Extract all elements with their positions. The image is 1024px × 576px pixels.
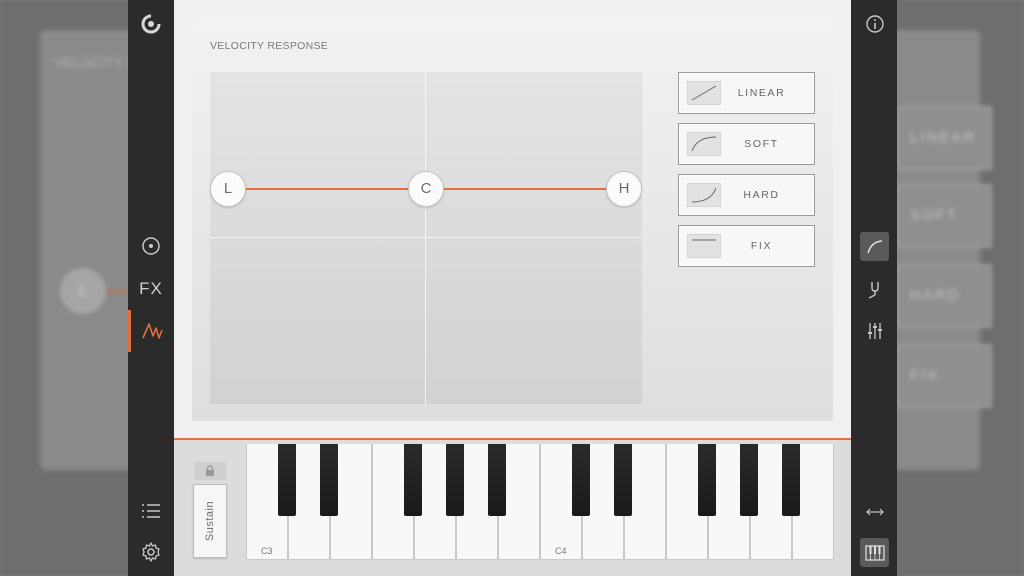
- linear-button[interactable]: LINEAR: [678, 72, 815, 114]
- keyboard-area: Sustain C3 C4: [174, 438, 851, 576]
- octave-label-c4: C4: [555, 546, 567, 556]
- background-button: SOFT: [896, 184, 992, 248]
- background-button: LINEAR: [896, 106, 992, 170]
- black-key[interactable]: [320, 444, 338, 516]
- waveform-icon[interactable]: [128, 310, 174, 352]
- background-button: HARD: [896, 264, 992, 328]
- app-logo-icon[interactable]: [128, 3, 174, 45]
- main-panel: VELOCITY RESPONSE L C H LINEAR SOFT HARD…: [174, 0, 851, 440]
- grid-line-vertical: [425, 72, 426, 404]
- curve-node-center[interactable]: C: [408, 171, 444, 207]
- soft-curve-icon: [687, 132, 721, 156]
- black-key[interactable]: [572, 444, 590, 516]
- tuning-fork-icon[interactable]: [860, 274, 889, 303]
- sustain-label: Sustain: [204, 500, 216, 542]
- sliders-icon[interactable]: [860, 316, 889, 345]
- background-knob: L: [60, 268, 106, 314]
- info-icon[interactable]: [860, 9, 889, 38]
- black-key[interactable]: [740, 444, 758, 516]
- fix-button[interactable]: FIX: [678, 225, 815, 267]
- gear-icon[interactable]: [128, 531, 174, 573]
- black-key[interactable]: [488, 444, 506, 516]
- sustain-button[interactable]: Sustain: [193, 484, 227, 558]
- soft-button-label: SOFT: [744, 138, 779, 150]
- grid-line-horizontal: [210, 237, 642, 238]
- octave-label-c3: C3: [261, 546, 273, 556]
- linear-curve-icon: [687, 81, 721, 105]
- curve-node-low[interactable]: L: [210, 171, 246, 207]
- linear-button-label: LINEAR: [737, 87, 786, 99]
- piano-keys-icon[interactable]: [860, 538, 889, 567]
- page-title: VELOCITY RESPONSE: [210, 40, 329, 52]
- soft-button[interactable]: SOFT: [678, 123, 815, 165]
- velocity-curve-graph[interactable]: L C H: [210, 72, 642, 404]
- lock-icon[interactable]: [194, 462, 226, 480]
- hard-button-label: HARD: [743, 189, 780, 201]
- hard-button[interactable]: HARD: [678, 174, 815, 216]
- fx-button[interactable]: FX: [128, 268, 174, 310]
- right-sidebar: [851, 0, 897, 576]
- list-icon[interactable]: [128, 490, 174, 532]
- fix-curve-icon: [687, 234, 721, 258]
- black-key[interactable]: [698, 444, 716, 516]
- hard-curve-icon: [687, 183, 721, 207]
- black-key[interactable]: [614, 444, 632, 516]
- black-key[interactable]: [782, 444, 800, 516]
- background-button: FIX: [896, 344, 992, 408]
- left-sidebar: FX: [128, 0, 174, 576]
- expand-horizontal-icon[interactable]: [860, 497, 889, 526]
- fix-button-label: FIX: [750, 240, 773, 252]
- velocity-curve-icon[interactable]: [860, 232, 889, 261]
- black-key[interactable]: [404, 444, 422, 516]
- black-key[interactable]: [278, 444, 296, 516]
- black-key[interactable]: [446, 444, 464, 516]
- curve-node-high[interactable]: H: [606, 171, 642, 207]
- velocity-response-card: VELOCITY RESPONSE L C H LINEAR SOFT HARD…: [192, 18, 833, 421]
- circle-dot-icon[interactable]: [128, 225, 174, 267]
